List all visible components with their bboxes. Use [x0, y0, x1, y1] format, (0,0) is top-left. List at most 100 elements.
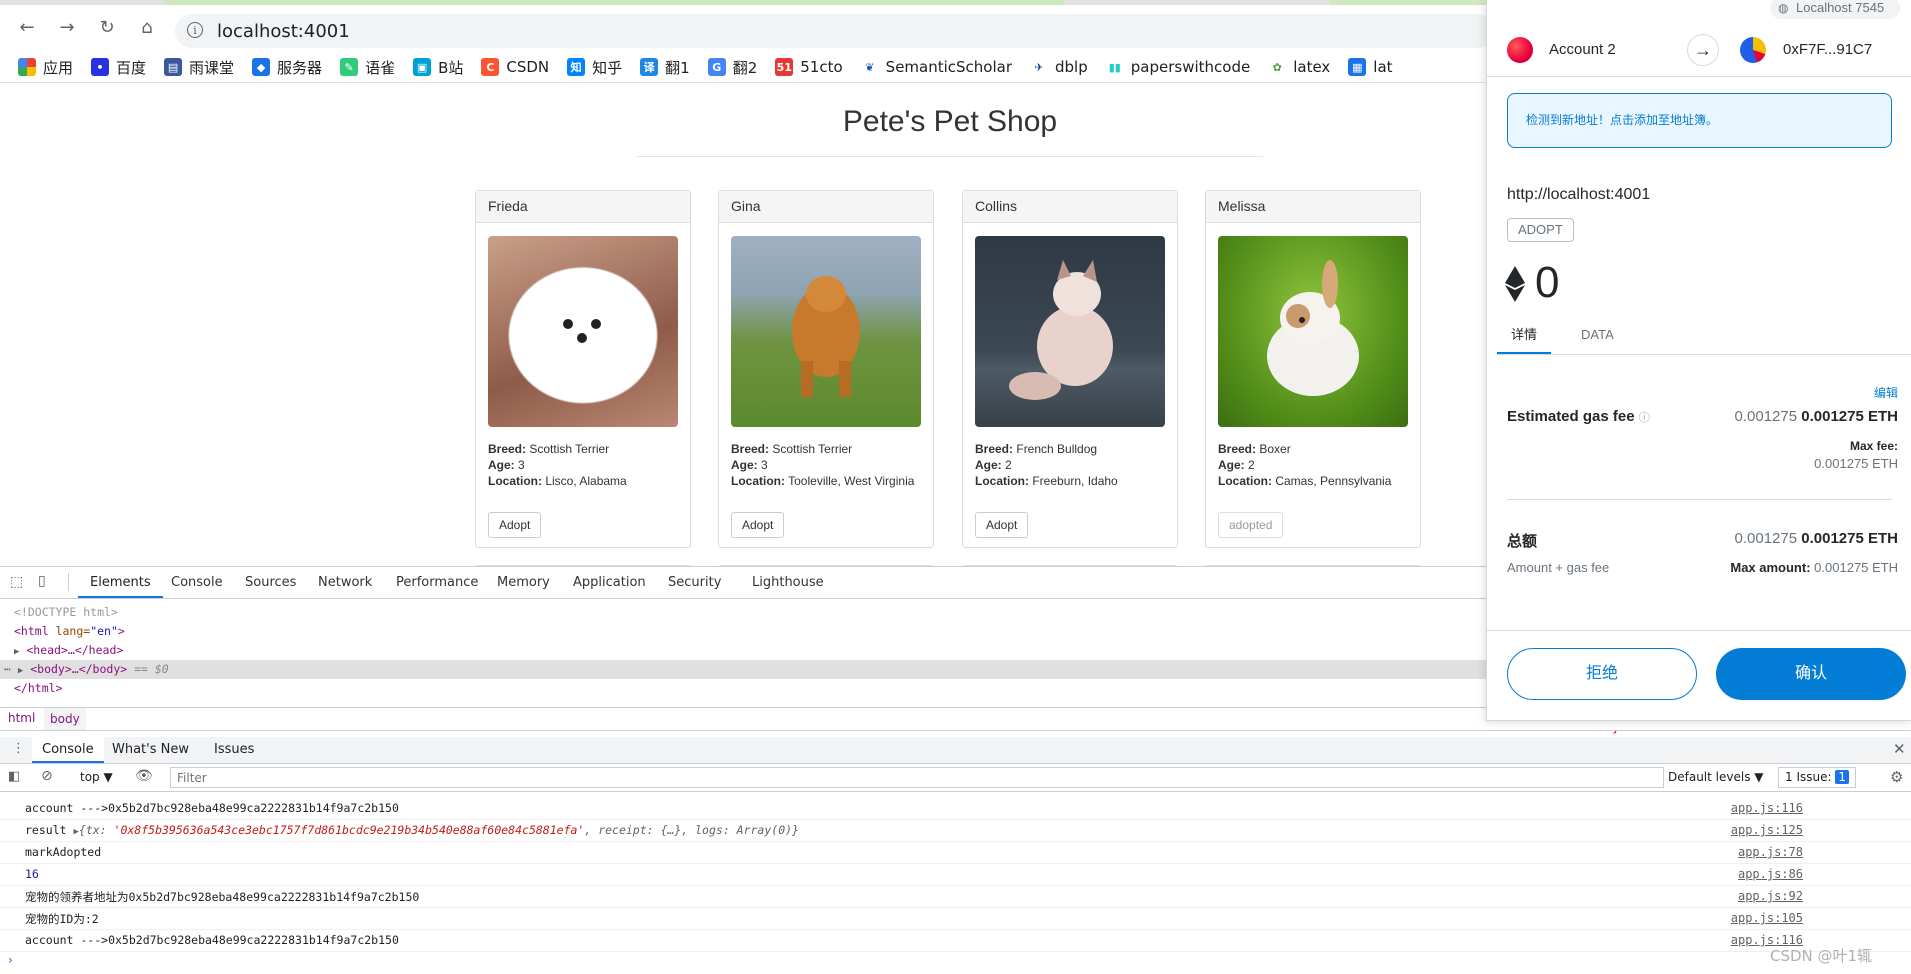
body-node[interactable]: ⋯ ▶ <body>…</body> == $0 — [4, 662, 169, 676]
bookmark-item[interactable]: ▣ B站 — [413, 57, 463, 78]
bookmark-item[interactable]: ❦ SemanticScholar — [860, 58, 1012, 76]
51cto-icon: 51 — [775, 58, 794, 76]
console-prompt-icon[interactable]: › — [8, 953, 13, 967]
wallet-confirmation-popup: ◍ Localhost 7545 Account 2 → 0xF7F...91C… — [1486, 0, 1911, 721]
account-avatar[interactable] — [1507, 37, 1533, 63]
inspect-element-icon[interactable]: ⬚ — [10, 574, 23, 590]
pet-name: Gina — [719, 191, 933, 223]
context-selector[interactable]: top ▼ — [80, 770, 113, 784]
bookmark-item[interactable]: 知知乎 — [567, 57, 622, 78]
baidu-paw-icon: • — [91, 58, 110, 76]
reload-icon[interactable]: ↻ — [94, 14, 120, 40]
eye-icon[interactable]: 👁︎ — [135, 768, 153, 784]
edit-gas-link[interactable]: 编辑 — [1874, 384, 1898, 401]
home-icon[interactable]: ⌂ — [134, 14, 160, 40]
bookmark-item[interactable]: ▤ 雨课堂 — [164, 57, 234, 78]
drawer-tab-whats-new[interactable]: What's New — [112, 742, 189, 757]
device-toolbar-icon[interactable]: ▯ — [38, 573, 46, 589]
pet-breed: Scottish Terrier — [772, 442, 853, 456]
drawer-tab-issues[interactable]: Issues — [214, 742, 254, 757]
html-close-node: </html> — [14, 681, 63, 695]
html-node[interactable]: <html lang="en"> — [14, 624, 125, 638]
back-arrow-icon[interactable]: ← — [14, 14, 40, 40]
divider — [1507, 499, 1892, 500]
expand-triangle-icon[interactable]: ▶ — [18, 666, 23, 676]
head-node[interactable]: ▶ <head>…</head> — [14, 643, 123, 657]
source-link[interactable]: app.js:86 — [1738, 867, 1803, 881]
cat-illustration — [1009, 260, 1113, 400]
pet-card-melissa: Melissa Breed: Boxer Age: 2 Location: Ca… — [1205, 190, 1421, 548]
tab-application[interactable]: Application — [573, 567, 646, 598]
translate-icon: 译 — [640, 58, 659, 76]
tab-console[interactable]: Console — [171, 567, 223, 598]
pet-location: Tooleville, West Virginia — [788, 474, 915, 488]
pet-card-collins: Collins Breed: French Bulldog Age: 2 Loc… — [962, 190, 1178, 548]
adopt-button[interactable]: Adopt — [731, 512, 785, 538]
tab-network[interactable]: Network — [318, 567, 372, 598]
dapp-origin: http://localhost:4001 — [1507, 186, 1651, 203]
rain-classroom-icon: ▤ — [164, 58, 183, 76]
info-circle-icon[interactable]: ⓘ — [1639, 412, 1650, 424]
tab-security[interactable]: Security — [668, 567, 721, 598]
page-title: Pete's Pet Shop — [842, 105, 1058, 138]
tab-elements[interactable]: Elements — [78, 567, 163, 598]
bookmark-item[interactable]: • 百度 — [91, 57, 146, 78]
bookmark-item[interactable]: 译翻1 — [640, 57, 690, 78]
account-name[interactable]: Account 2 — [1549, 41, 1616, 58]
source-link[interactable]: app.js:78 — [1738, 845, 1803, 859]
pet-location: Freeburn, Idaho — [1032, 474, 1118, 488]
drawer-menu-icon[interactable]: ⋮ — [12, 741, 25, 756]
bookmark-item[interactable]: ✎ 语雀 — [340, 57, 395, 78]
drawer-tab-console[interactable]: Console — [32, 737, 104, 763]
bookmark-item[interactable]: ✈ dblp — [1030, 58, 1088, 76]
address-bar[interactable]: i localhost:4001 — [175, 14, 1495, 48]
crumb-body[interactable]: body — [44, 708, 86, 730]
bookmark-item[interactable]: C CSDN — [481, 58, 549, 76]
source-link[interactable]: app.js:116 — [1731, 801, 1803, 815]
log-levels-dropdown[interactable]: Default levels ▼ — [1668, 770, 1764, 784]
console-message: 宠物的领养者地址为0x5b2d7bc928eba48e99ca2222831b1… — [0, 885, 1911, 908]
recipient-address[interactable]: 0xF7F...91C7 — [1783, 41, 1872, 58]
tab-details[interactable]: 详情 — [1497, 320, 1552, 354]
bookmark-item[interactable]: ▦ lat — [1348, 58, 1393, 76]
max-fee-value: 0.001275 ETH — [1814, 456, 1898, 471]
filter-input[interactable] — [170, 767, 1664, 788]
source-link[interactable]: app.js:92 — [1738, 889, 1803, 903]
network-globe-icon: ◍ — [1778, 1, 1789, 15]
tab-performance[interactable]: Performance — [396, 567, 478, 598]
forward-arrow-icon[interactable]: → — [54, 14, 80, 40]
new-address-notice[interactable]: 检测到新地址！点击添加至地址簿。 — [1507, 93, 1892, 148]
issues-button[interactable]: 1 Issue: 1 — [1778, 767, 1856, 788]
bookmark-item[interactable]: ✿ latex — [1268, 58, 1330, 76]
network-indicator[interactable]: ◍ Localhost 7545 — [1770, 0, 1900, 19]
expand-triangle-icon[interactable]: ▶ — [14, 647, 19, 657]
tab-lighthouse[interactable]: Lighthouse — [752, 567, 824, 598]
bookmark-item[interactable]: ▮▮ paperswithcode — [1105, 58, 1250, 76]
pet-photo — [488, 236, 678, 427]
adopt-button[interactable]: Adopt — [488, 512, 542, 538]
bookmark-item[interactable]: ◆ 服务器 — [252, 57, 322, 78]
tab-data[interactable]: DATA — [1567, 320, 1628, 354]
bookmark-item[interactable]: 应用 — [18, 57, 73, 78]
pet-photo — [975, 236, 1165, 427]
reject-button[interactable]: 拒绝 — [1507, 648, 1697, 700]
close-drawer-icon[interactable]: ✕ — [1893, 740, 1906, 758]
bookmark-item[interactable]: 51 51cto — [775, 58, 843, 76]
pet-age: 3 — [761, 458, 768, 472]
tab-sources[interactable]: Sources — [245, 567, 296, 598]
tab-memory[interactable]: Memory — [497, 567, 550, 598]
clear-console-icon[interactable]: ⊘ — [41, 768, 53, 784]
adopted-button[interactable]: adopted — [1218, 512, 1284, 538]
bookmark-item[interactable]: G 翻2 — [707, 57, 757, 78]
console-settings-gear-icon[interactable]: ⚙ — [1890, 768, 1903, 786]
confirm-button[interactable]: 确认 — [1716, 648, 1906, 700]
max-amount: Max amount: 0.001275 ETH — [1730, 560, 1898, 575]
source-link[interactable]: app.js:105 — [1731, 911, 1803, 925]
sidebar-toggle-icon[interactable]: ◧ — [8, 769, 20, 784]
source-link[interactable]: app.js:125 — [1731, 823, 1803, 837]
retriever-illustration — [792, 276, 860, 397]
pet-info: Breed: Boxer Age: 2 Location: Camas, Pen… — [1218, 442, 1392, 488]
crumb-html[interactable]: html — [8, 711, 35, 725]
adopt-button[interactable]: Adopt — [975, 512, 1029, 538]
site-info-icon[interactable]: i — [187, 22, 203, 38]
